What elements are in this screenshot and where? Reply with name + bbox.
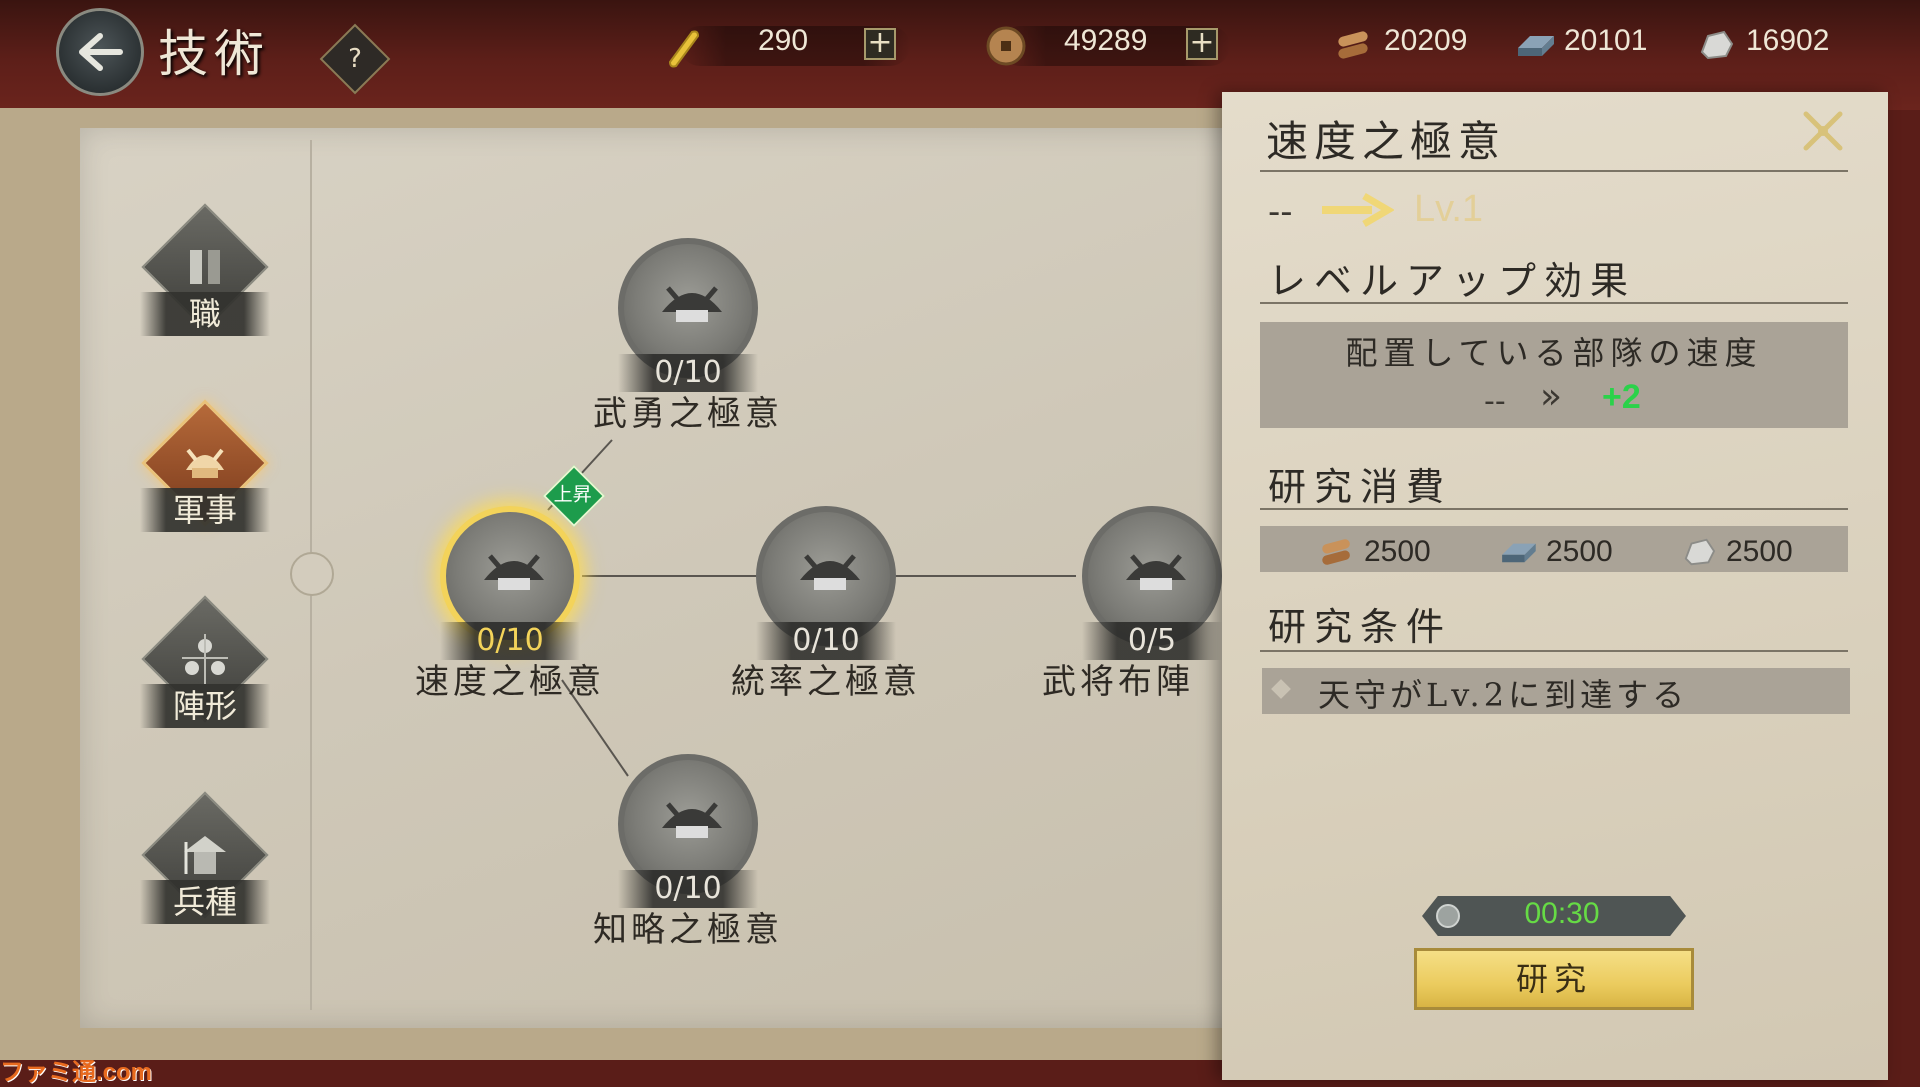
watermark: ファミ通.com (0, 1059, 153, 1086)
node-name: 武将布陣 (1042, 662, 1194, 702)
node-name: 速度之極意 (415, 662, 605, 702)
cost-header: 研究消費 (1268, 465, 1453, 509)
divider (1260, 508, 1848, 510)
research-button[interactable]: 研究 (1414, 948, 1694, 1010)
cost-value: 2500 (1364, 535, 1431, 568)
iron-value: 20101 (1564, 24, 1648, 57)
badge-label: 上昇 (553, 483, 592, 506)
tech-node-valor[interactable]: 0/10 (608, 228, 768, 392)
effect-header: レベルアップ効果 (1268, 259, 1637, 303)
close-icon[interactable] (1800, 108, 1846, 154)
node-name: 武勇之極意 (593, 394, 783, 434)
stone-value: 16902 (1746, 24, 1830, 57)
panel-title: 速度之極意 (1266, 117, 1507, 166)
helmet-icon (1126, 554, 1186, 590)
cost-stone: 2500 (1680, 532, 1793, 572)
stone-icon (1684, 538, 1716, 566)
node-name: 統率之極意 (731, 662, 921, 702)
wood-value: 20209 (1384, 24, 1468, 57)
divider (1260, 302, 1848, 304)
helmet-icon (662, 286, 722, 322)
iron-ingot-icon (1502, 543, 1536, 563)
cost-wood: 2500 (1318, 532, 1431, 572)
divider (1260, 170, 1848, 172)
stone-icon (1700, 30, 1734, 60)
cost-iron: 2500 (1498, 532, 1613, 572)
condition-header: 研究条件 (1268, 605, 1453, 649)
node-name: 知略之極意 (593, 910, 783, 950)
cost-value: 2500 (1546, 535, 1613, 568)
effect-from: -- (1484, 384, 1506, 419)
tech-node-command[interactable]: 0/10 (746, 496, 906, 660)
tech-node-general-formation[interactable]: 0/5 (1072, 496, 1232, 660)
helmet-icon (484, 554, 544, 590)
double-chevron-icon: » (1540, 376, 1563, 417)
divider (1260, 650, 1848, 652)
iron-ingot-icon (1518, 36, 1554, 56)
effect-description: 配置している部隊の速度 (1345, 334, 1763, 372)
effect-to: +2 (1602, 378, 1641, 416)
level-to: Lv.1 (1414, 188, 1484, 230)
level-from: -- (1268, 192, 1293, 232)
wood-icon (1338, 31, 1368, 59)
cost-value: 2500 (1726, 535, 1793, 568)
condition-text: 天守がLv.2に到達する (1318, 676, 1689, 714)
helmet-icon (662, 802, 722, 838)
tech-node-strategy[interactable]: 0/10 (608, 744, 768, 908)
timer-value: 00:30 (1524, 897, 1600, 930)
arrow-right-icon (1322, 192, 1394, 228)
helmet-icon (800, 554, 860, 590)
wood-icon (1322, 539, 1350, 565)
